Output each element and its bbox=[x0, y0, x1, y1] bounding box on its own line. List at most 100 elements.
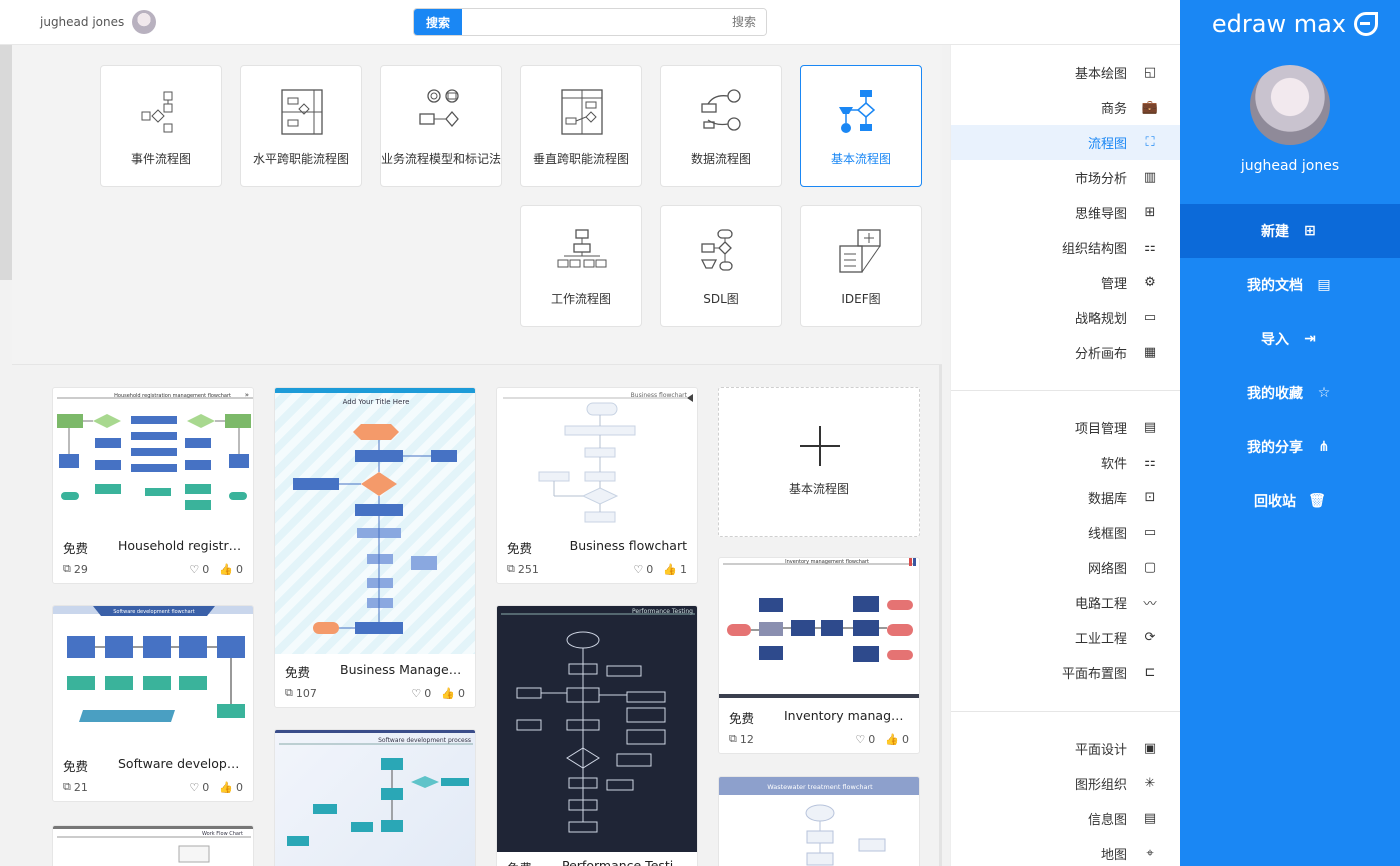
category-item[interactable]: 分析画布 ▦ bbox=[951, 335, 1181, 370]
app-name: edraw max bbox=[1211, 10, 1346, 38]
favorite-count[interactable]: ♡ 0 bbox=[189, 781, 209, 794]
import-icon: ⇥ bbox=[1304, 331, 1316, 347]
type-card-workflow[interactable]: 工作流程图 bbox=[520, 205, 642, 327]
category-label: 思维导图 bbox=[1074, 207, 1127, 222]
template-thumbnail: Wastewater treatment flowchart bbox=[719, 777, 919, 866]
type-card-data-flow[interactable]: 数据流程图 bbox=[660, 65, 782, 187]
favorite-count[interactable]: ♡ 0 bbox=[633, 563, 653, 576]
type-card-bpmn[interactable]: 业务流程模型和标记法 bbox=[380, 65, 502, 187]
type-card-event-flowchart[interactable]: 事件流程图 bbox=[100, 65, 222, 187]
category-item[interactable]: 电路工程 〰 bbox=[951, 585, 1181, 620]
category-item[interactable]: 数据库 ⊡ bbox=[951, 480, 1181, 515]
category-item[interactable]: 网络图 ▢ bbox=[951, 550, 1181, 585]
category-item[interactable]: 商务 💼 bbox=[951, 90, 1181, 125]
type-card-sdl[interactable]: SDL图 bbox=[660, 205, 782, 327]
nav-item[interactable]: 我的收藏 ☆ bbox=[1180, 366, 1400, 420]
copy-count: ⧉ 29 bbox=[63, 562, 88, 576]
category-label: 管理 bbox=[1100, 277, 1127, 292]
search-button[interactable]: 搜索 bbox=[414, 9, 462, 35]
like-count[interactable]: 👍 0 bbox=[219, 563, 243, 576]
nav-label: 我的文档 bbox=[1247, 278, 1303, 294]
horizontal-swimlane-icon bbox=[281, 89, 323, 135]
new-blank-button[interactable]: 基本流程图 bbox=[718, 387, 920, 537]
nav-item[interactable]: 新建 ⊞ bbox=[1180, 204, 1400, 258]
search-input[interactable] bbox=[462, 9, 766, 35]
category-item[interactable]: 线框图 ▭ bbox=[951, 515, 1181, 550]
type-card-idef[interactable]: IDEF图 bbox=[800, 205, 922, 327]
like-count[interactable]: 👍 0 bbox=[219, 781, 243, 794]
category-item[interactable]: 图形组织 ✳ bbox=[951, 766, 1181, 801]
favorite-count[interactable]: ♡ 0 bbox=[189, 563, 209, 576]
app-logo[interactable]: edraw max bbox=[1212, 10, 1378, 38]
type-card-label: 水平跨职能流程图 bbox=[252, 152, 349, 166]
template-card[interactable]: Software development flowchart 免费 Softwa… bbox=[52, 605, 254, 802]
category-item[interactable]: 流程图 ⛶ bbox=[951, 125, 1181, 160]
like-count-value: 0 bbox=[902, 732, 909, 746]
category-label: 地图 bbox=[1100, 848, 1127, 863]
template-stats: ⧉ 29 ♡ 0 👍 0 bbox=[63, 562, 243, 576]
heart-icon: ♡ bbox=[855, 732, 866, 746]
bpmn-icon bbox=[419, 89, 459, 127]
type-card-horizontal-cross-functional[interactable]: 水平跨职能流程图 bbox=[240, 65, 362, 187]
category-item[interactable]: 软件 ⚏ bbox=[951, 445, 1181, 480]
category-list: 基本绘图 ◱ 商务 💼 流程图 ⛶ 市场分析 ▥ 思维导图 ⊞ 组织结构图 ⚏ 管理 ⚙ 战略规划 ▭ 分析画布… bbox=[950, 45, 1181, 866]
strategy-icon: ▭ bbox=[1143, 310, 1157, 325]
sdl-icon bbox=[700, 229, 733, 271]
nav-item[interactable]: 我的文档 ▤ bbox=[1180, 258, 1400, 312]
category-item[interactable]: 信息图 ▤ bbox=[951, 801, 1181, 836]
nav-item[interactable]: 回收站 🗑 bbox=[1180, 474, 1400, 528]
category-item[interactable]: 平面设计 ▣ bbox=[951, 731, 1181, 766]
template-card[interactable]: Business flowchart 免费 Business flowchart… bbox=[496, 387, 698, 584]
favorite-count[interactable]: ♡ 0 bbox=[411, 687, 431, 700]
nav-item[interactable]: 导入 ⇥ bbox=[1180, 312, 1400, 366]
template-stats: ⧉ 107 ♡ 0 👍 0 bbox=[285, 686, 465, 700]
template-card[interactable]: Wastewater treatment flowchart bbox=[718, 776, 920, 866]
category-item[interactable]: 工业工程 ⟳ bbox=[951, 620, 1181, 655]
template-card[interactable]: Software development process bbox=[274, 729, 476, 866]
template-thumb-title: Add Your Title Here bbox=[343, 398, 410, 406]
type-card-basic-flowchart[interactable]: 基本流程图 bbox=[800, 65, 922, 187]
nav-label: 新建 bbox=[1261, 224, 1289, 240]
template-card[interactable]: Performance Testing 免费 Performance Testi… bbox=[496, 605, 698, 866]
thumbs-up-icon: 👍 bbox=[885, 732, 899, 746]
category-item[interactable]: 地图 ⌖ bbox=[951, 836, 1181, 866]
category-item[interactable]: 思维导图 ⊞ bbox=[951, 195, 1181, 230]
svg-text:»: » bbox=[245, 391, 249, 399]
category-item[interactable]: 基本绘图 ◱ bbox=[951, 55, 1181, 90]
template-card[interactable]: Household registration management flowch… bbox=[52, 387, 254, 584]
like-count[interactable]: 👍 0 bbox=[441, 687, 465, 700]
category-item[interactable]: 市场分析 ▥ bbox=[951, 160, 1181, 195]
event-flowchart-icon bbox=[141, 91, 173, 133]
like-count[interactable]: 👍 1 bbox=[663, 563, 687, 576]
category-label: 网络图 bbox=[1087, 562, 1127, 577]
like-count[interactable]: 👍 0 bbox=[885, 733, 909, 746]
template-card[interactable]: Work Flow Chart bbox=[52, 825, 254, 866]
template-card[interactable]: Inventory management flowchart 免费 Invent… bbox=[718, 557, 920, 754]
favorite-count[interactable]: ♡ 0 bbox=[855, 733, 875, 746]
type-card-vertical-cross-functional[interactable]: 垂直跨职能流程图 bbox=[520, 65, 642, 187]
category-label: 软件 bbox=[1100, 457, 1127, 472]
network-icon: ▢ bbox=[1143, 560, 1157, 575]
user-menu[interactable]: jughead jones bbox=[40, 10, 157, 34]
category-item[interactable]: 组织结构图 ⚏ bbox=[951, 230, 1181, 265]
category-label: 组织结构图 bbox=[1061, 242, 1127, 257]
copy-count: ⧉ 251 bbox=[507, 562, 539, 576]
category-item[interactable]: 平面布置图 ⊏ bbox=[951, 655, 1181, 690]
template-title: 免费 Business flowchart bbox=[507, 538, 687, 557]
profile-avatar[interactable] bbox=[1250, 65, 1330, 145]
category-item[interactable]: 管理 ⚙ bbox=[951, 265, 1181, 300]
category-item[interactable]: 战略规划 ▭ bbox=[951, 300, 1181, 335]
graphic-organizer-icon: ✳ bbox=[1144, 776, 1156, 791]
scrollbar[interactable] bbox=[0, 45, 12, 280]
copy-count: ⧉ 21 bbox=[63, 780, 88, 794]
copy-count: ⧉ 12 bbox=[729, 732, 754, 746]
thumbs-up-icon: 👍 bbox=[219, 780, 233, 794]
template-card[interactable]: Add Your Title Here 免费 Business Manageme… bbox=[274, 387, 476, 708]
template-thumb-title: Wastewater treatment flowchart bbox=[767, 783, 873, 791]
diagram-type-panel: 基本流程图 数据流程图 垂直跨职能流程图 业务流程模型和标记法 水平跨职能流程图… bbox=[12, 45, 942, 365]
briefcase-icon: 💼 bbox=[1141, 100, 1159, 115]
nav-item[interactable]: 我的分享 ⋔ bbox=[1180, 420, 1400, 474]
copy-count-value: 29 bbox=[73, 562, 88, 576]
like-count-value: 0 bbox=[458, 686, 465, 700]
category-item[interactable]: 项目管理 ▤ bbox=[951, 410, 1181, 445]
